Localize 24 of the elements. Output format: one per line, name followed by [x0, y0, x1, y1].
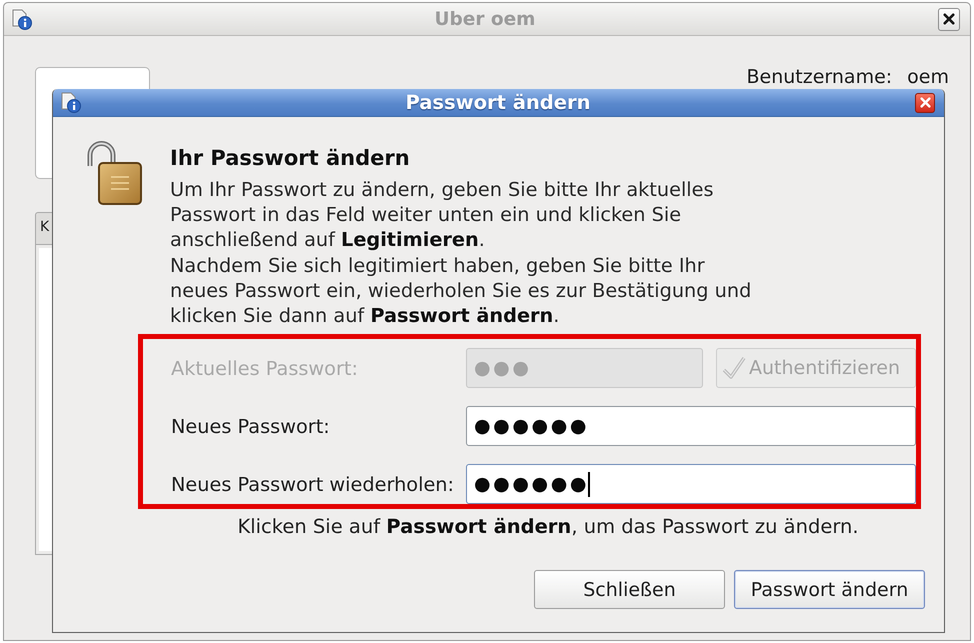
info-icon [12, 8, 32, 30]
password-field[interactable]: ●●●●●● [466, 406, 916, 446]
tab[interactable]: K [35, 212, 52, 244]
field-label: Neues Passwort: [171, 414, 331, 438]
dialog-heading: Ihr Passwort ändern [170, 145, 411, 171]
text-cursor-icon [588, 472, 590, 497]
change-password-button[interactable]: Passwort ändern [734, 570, 925, 610]
close-button[interactable] [938, 8, 960, 30]
close-icon [943, 13, 955, 25]
close-button[interactable]: Schließen [534, 570, 725, 610]
password-field[interactable]: ●●●●●● [466, 464, 916, 504]
close-button[interactable] [915, 92, 935, 112]
hint-text: Klicken Sie auf Passwort ändern, um das Passwort zu ändern. [236, 515, 860, 540]
username-value: oem [907, 67, 949, 87]
dialog-title: Passwort ändern [404, 91, 592, 114]
field-label: Neues Passwort wiederholen: [171, 472, 456, 496]
field-label: Aktuelles Passwort: [171, 356, 359, 380]
close-icon [920, 97, 930, 108]
info-icon [61, 92, 81, 113]
check-icon [721, 355, 747, 382]
open-padlock-icon [86, 140, 143, 206]
username-label: Benutzername: [746, 67, 892, 87]
window-title: Uber oem [434, 8, 536, 30]
instructions-text: Um Ihr Passwort zu ändern, geben Sie bitte Ihr aktuelles Passwort in das Feld weiter unten ein und klicken Sie anschließend auf Legitimieren. Nachdem Sie sich legitimiert haben, geben Sie bitte Ihr neues Passwort ein, wiederholen Sie es zur Bestätigung und klicken Sie dann auf Passwort ändern. [170, 177, 752, 328]
